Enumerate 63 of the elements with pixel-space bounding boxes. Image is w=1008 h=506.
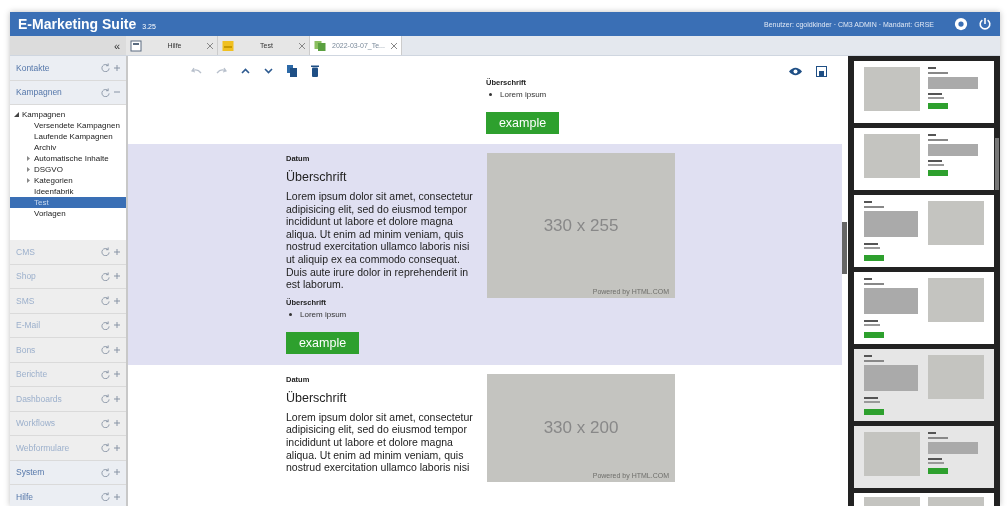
refresh-icon[interactable] bbox=[101, 63, 110, 73]
sidebar-section[interactable]: System bbox=[10, 460, 126, 485]
document-icon bbox=[130, 39, 142, 52]
tree-item[interactable]: Laufende Kampagnen bbox=[10, 131, 126, 142]
copy-icon[interactable] bbox=[287, 65, 297, 77]
eye-icon[interactable] bbox=[789, 66, 802, 76]
close-icon[interactable] bbox=[299, 42, 305, 49]
bullet-text: Lorem ipsum bbox=[500, 90, 547, 99]
tree-item[interactable]: DSGVO bbox=[10, 164, 126, 175]
scrollbar-thumb[interactable] bbox=[842, 222, 847, 274]
delete-icon[interactable] bbox=[311, 65, 319, 77]
folder-icon bbox=[222, 39, 234, 52]
copy-icon bbox=[314, 39, 326, 52]
template-thumbnail[interactable] bbox=[854, 272, 994, 344]
close-icon[interactable] bbox=[391, 42, 397, 49]
block-heading: Überschrift bbox=[286, 170, 348, 184]
expand-icon[interactable] bbox=[114, 64, 120, 71]
expanded-arrow-icon bbox=[14, 112, 19, 117]
template-thumbnail[interactable] bbox=[854, 61, 994, 123]
content-block[interactable] bbox=[128, 144, 842, 365]
collapse-button[interactable]: « bbox=[107, 36, 126, 55]
collapse-icon[interactable] bbox=[114, 89, 120, 96]
template-thumbnail[interactable] bbox=[854, 195, 994, 267]
template-thumbnail[interactable] bbox=[854, 349, 994, 421]
tree-item[interactable]: Archiv bbox=[10, 142, 126, 153]
collapsed-arrow-icon bbox=[26, 167, 31, 172]
example-button[interactable]: example bbox=[286, 331, 359, 354]
app-title: E-Marketing Suite bbox=[18, 16, 137, 32]
help-icon[interactable] bbox=[954, 17, 968, 31]
refresh-icon[interactable] bbox=[101, 492, 110, 502]
example-button[interactable]: example bbox=[486, 112, 559, 134]
bullet-icon bbox=[489, 93, 492, 96]
tree-item[interactable]: Kategorien bbox=[10, 175, 126, 186]
power-icon[interactable] bbox=[978, 17, 992, 31]
tree-item[interactable]: Ideenfabrik bbox=[10, 186, 126, 197]
image-size-label: 330 x 255 bbox=[543, 215, 619, 236]
refresh-icon[interactable] bbox=[101, 87, 110, 97]
scrollbar-thumb[interactable] bbox=[995, 138, 999, 190]
template-thumbnail[interactable] bbox=[854, 128, 994, 190]
tree-item[interactable]: Versendete Kampagnen bbox=[10, 120, 126, 131]
refresh-icon[interactable] bbox=[101, 467, 110, 477]
sidebar-section[interactable]: Kampagnen bbox=[10, 80, 126, 105]
sidebar-section[interactable]: Hilfe bbox=[10, 485, 126, 506]
block-heading: Überschrift bbox=[286, 390, 348, 405]
block-text: Lorem ipsum dolor sit amet, consectetur adipisicing elit, sed do eiusmod tempor incididunt ut labore et dolore magna aliqua. Ut enim ad minim veniam, quis nostrud exercitation ullamco laboris nisi bbox=[286, 410, 474, 474]
up-icon[interactable] bbox=[241, 68, 250, 74]
image-size-label: 330 x 200 bbox=[543, 417, 619, 438]
expand-icon[interactable] bbox=[114, 469, 120, 476]
tree-item[interactable]: Test bbox=[10, 197, 126, 208]
close-icon[interactable] bbox=[207, 42, 213, 49]
bullet-icon bbox=[289, 312, 292, 316]
save-icon[interactable] bbox=[816, 65, 827, 77]
tree-item[interactable]: Kampagnen bbox=[10, 109, 126, 120]
sidebar-section[interactable]: Kontakte bbox=[10, 56, 126, 81]
block-text: Lorem ipsum dolor sit amet, consectetur adipisicing elit, sed do eiusmod tempor incididunt ut labore et dolore magna aliqua. Ut enim ad minim veniam, quis nostrud exercitation ullamco laboris nisi ut aliquip ex ea commodo consequat. Duis aute irure dolor in reprehenderit in est laborum. bbox=[286, 190, 474, 291]
expand-icon[interactable] bbox=[114, 493, 120, 500]
collapsed-arrow-icon bbox=[26, 178, 31, 183]
down-icon[interactable] bbox=[264, 68, 273, 74]
template-thumbnail[interactable] bbox=[854, 426, 994, 488]
bullet-text: Lorem ipsum bbox=[300, 309, 347, 319]
collapsed-arrow-icon bbox=[26, 156, 31, 161]
tree-item[interactable]: Automatische Inhalte bbox=[10, 153, 126, 164]
tree-item[interactable]: Vorlagen bbox=[10, 208, 126, 219]
